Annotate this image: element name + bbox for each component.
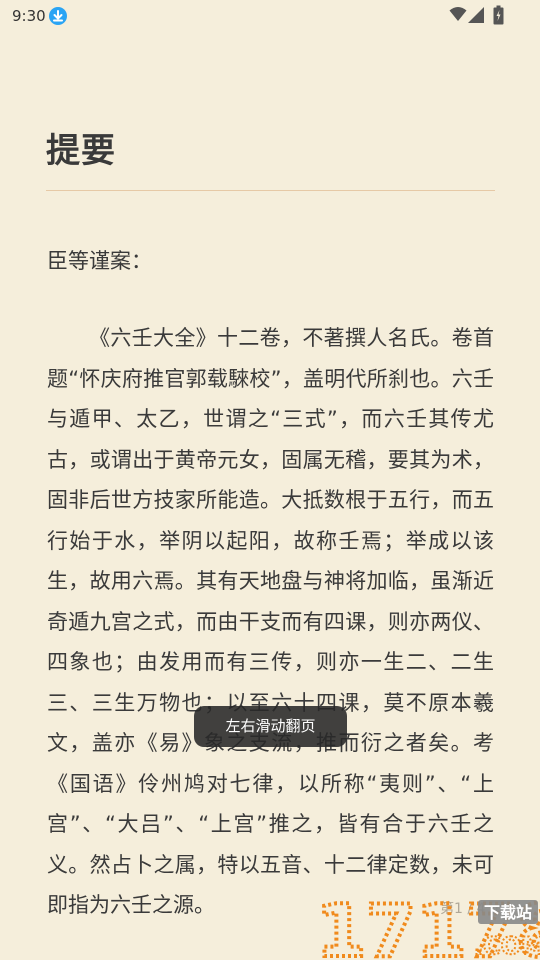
title-divider [46,190,495,191]
status-time: 9:30 [12,7,46,25]
watermark-badge: 下载站 [484,903,532,922]
battery-icon [493,5,504,25]
page-title: 提要 [46,131,116,171]
signal-icon [468,7,484,23]
status-bar: 9:30 [0,0,540,32]
download-icon [49,7,67,25]
watermark-domain: .COM [474,932,540,960]
watermark-logo: 17178 下载站 .COM [314,892,540,960]
body-paragraph: 《六壬大全》十二卷，不著撰人名氏。卷首题“怀庆府推官郭载騋校”，盖明代所刹也。六… [47,326,494,917]
salutation-text: 臣等谨案： [47,249,152,273]
wifi-icon [449,7,467,21]
swipe-hint-toast: 左右滑动翻页 [194,706,347,747]
